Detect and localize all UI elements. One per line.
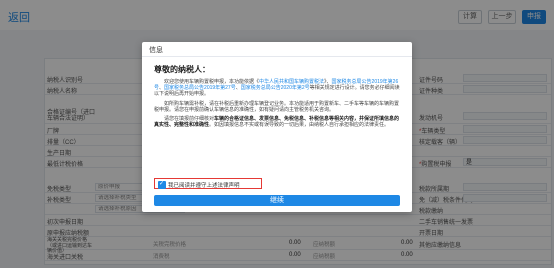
greeting: 尊敬的纳税人： (154, 65, 210, 74)
dialog-body: 尊敬的纳税人： 欢迎您使用车辆购置税申报，本功能依据《中华人民共和国车辆购置税法… (154, 64, 402, 131)
paragraph-warning: 请您在填报前仔细核对车辆的合格证信息、发票信息、免税信息、补税信息等相关内容，并… (154, 116, 400, 129)
dialog-header: 信息 (142, 42, 412, 57)
page: 返回 计算 上一步 申报 纳税人识别号 证件号码 纳税人名称 证件种类 合格证编… (0, 0, 554, 268)
agree-checkbox[interactable]: ✓ (158, 181, 166, 189)
agree-label[interactable]: 我已阅读并遵守上述法律声明 (168, 181, 240, 189)
check-icon: ✓ (159, 181, 165, 187)
paragraph-scope: 如所购车辆需补税，请在补税后重新办理车辆登记业务。本功能适用于购置新车、二手车等… (154, 100, 400, 113)
announcement-link[interactable]: 国家税务总局公告2020年第2号 (241, 85, 310, 91)
dialog-title: 信息 (149, 47, 163, 54)
continue-button[interactable]: 继续 (154, 195, 400, 206)
notice-dialog: 信息 尊敬的纳税人： 欢迎您使用车辆购置税申报，本功能依据《中华人民共和国车辆购… (142, 42, 412, 212)
agree-checkbox-row[interactable]: ✓ 我已阅读并遵守上述法律声明 (154, 178, 262, 189)
paragraph-intro: 欢迎您使用车辆购置税申报，本功能依据《中华人民共和国车辆购置税法》、国家税务总局… (154, 79, 400, 98)
